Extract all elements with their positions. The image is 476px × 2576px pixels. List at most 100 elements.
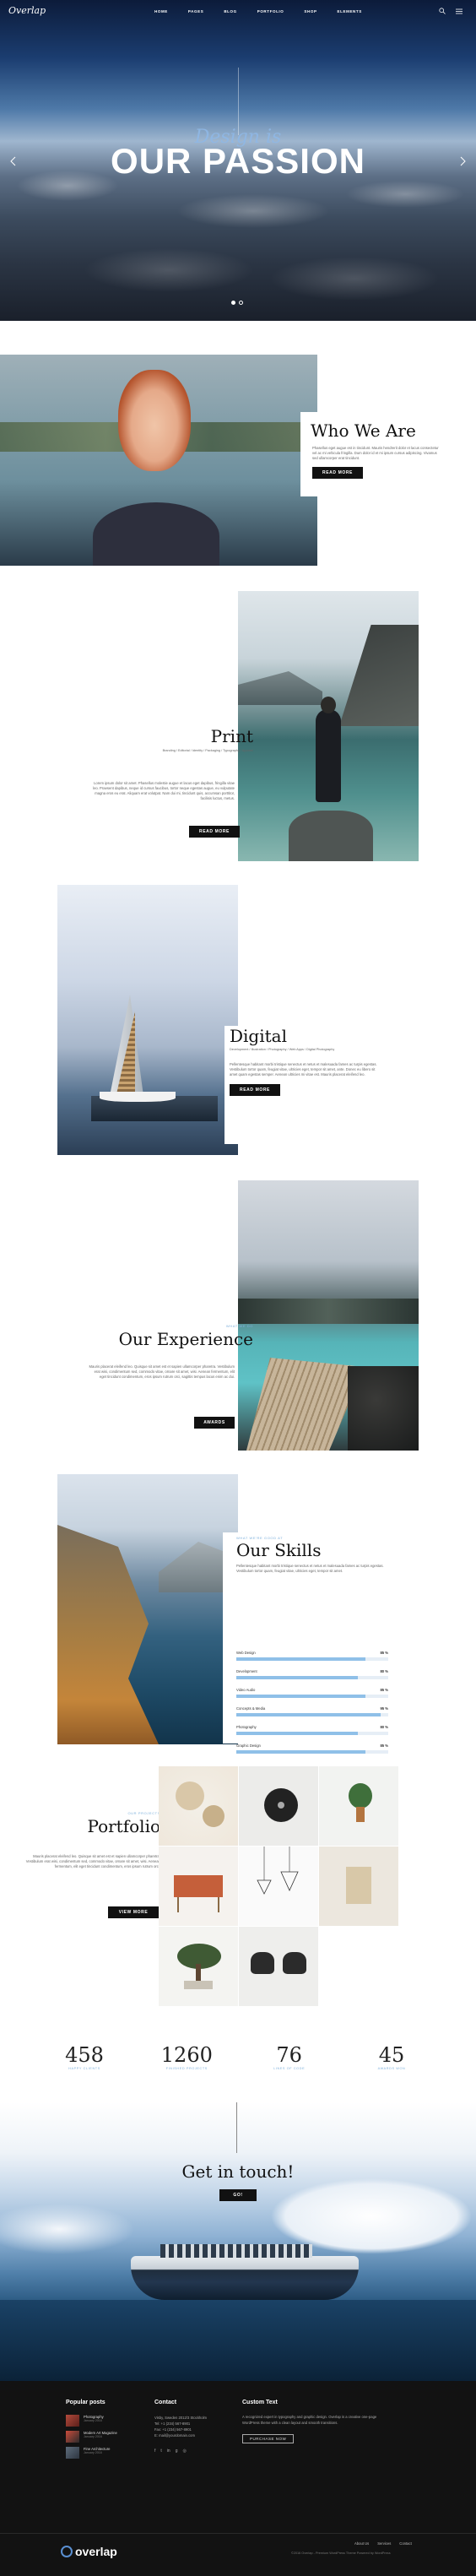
experience-awards-button[interactable]: AWARDS xyxy=(194,1417,235,1429)
digital-text: Pellentesque habitant morbi tristique se… xyxy=(230,1062,377,1076)
stat-label: FINISHED PROJECTS xyxy=(165,2067,208,2070)
skill-value: 85 % xyxy=(380,1651,388,1655)
portfolio-item-chairs[interactable] xyxy=(239,1927,318,2006)
twitter-icon[interactable]: t xyxy=(160,2449,161,2454)
google-icon[interactable]: g xyxy=(176,2449,178,2454)
post-thumbnail xyxy=(66,2415,79,2427)
skill-bar-track xyxy=(236,1676,388,1679)
skill-bar-track xyxy=(236,1750,388,1754)
who-read-more-button[interactable]: READ MORE xyxy=(312,467,363,479)
digital-title: Digital xyxy=(230,1026,287,1046)
nav-pages[interactable]: PAGES xyxy=(188,9,203,14)
skill-value: 95 % xyxy=(380,1706,388,1711)
skill-value: 85 % xyxy=(380,1688,388,1692)
contact-email[interactable]: E: mail@yourdomain.com xyxy=(154,2432,207,2438)
who-title: Who We Are xyxy=(311,420,416,441)
skill-row: Photography 80 % xyxy=(236,1725,388,1738)
cta-title: Get in touch! xyxy=(181,2161,295,2182)
menu-icon[interactable] xyxy=(456,8,462,14)
skill-value: 80 % xyxy=(380,1669,388,1673)
skill-bar-fill xyxy=(236,1750,365,1754)
contact-address: Visby, Sweden 2012/3 Stockholm xyxy=(154,2416,207,2420)
purchase-button[interactable]: PURCHASE NOW xyxy=(242,2434,295,2443)
portfolio-item-turntable[interactable] xyxy=(239,1766,318,1846)
stat-label: HAPPY CLIENTS xyxy=(68,2067,100,2070)
logo[interactable]: Overlap xyxy=(8,5,46,16)
footer: Popular posts Photography January 2016 Mo… xyxy=(0,2381,476,2576)
stat-label: LINES OF CODE xyxy=(273,2067,306,2070)
portfolio-item-sideboard[interactable] xyxy=(159,1847,238,1926)
skill-bar-fill xyxy=(236,1676,358,1679)
who-card: Who We Are Phasellus eget augue est in t… xyxy=(300,412,452,496)
stat-number: 1260 xyxy=(160,2043,213,2067)
skills-title: Our Skills xyxy=(236,1540,322,1560)
hero-section: Overlap HOME PAGES BLOG PORTFOLIO SHOP E… xyxy=(0,0,476,321)
nav-elements[interactable]: ELEMENTS xyxy=(338,9,362,14)
coast-image xyxy=(57,1474,238,1744)
print-read-more-button[interactable]: READ MORE xyxy=(189,826,240,838)
skill-label: Concepts & Media xyxy=(236,1706,266,1711)
skill-bar-fill xyxy=(236,1695,365,1698)
portfolio-item-box[interactable] xyxy=(319,1847,398,1926)
post-date: January 2016 xyxy=(84,2435,102,2438)
lake-image xyxy=(238,591,419,861)
footer-post[interactable]: Fine Architecture January 2016 xyxy=(66,2447,159,2459)
skill-label: Web Design xyxy=(236,1651,256,1655)
social-icons: f t in g ◎ xyxy=(154,2449,187,2454)
nav-portfolio[interactable]: PORTFOLIO xyxy=(257,9,284,14)
portfolio-header: OUR PROJECTS Portfolio xyxy=(25,1811,160,1836)
instagram-icon[interactable]: ◎ xyxy=(182,2449,186,2454)
footer-contact-lines: Visby, Sweden 2012/3 Stockholm Tel: +1 (… xyxy=(154,2415,207,2438)
skill-label: Graphic Design xyxy=(236,1744,261,1748)
footer-link-services[interactable]: Services xyxy=(377,2541,391,2546)
footer-logo[interactable]: overlap xyxy=(61,2545,117,2558)
footer-links: About Us Services Contact xyxy=(354,2541,412,2546)
portfolio-item-tableware[interactable] xyxy=(159,1766,238,1846)
footer-link-about[interactable]: About Us xyxy=(354,2541,369,2546)
skills-text: Pellentesque habitant morbi tristique se… xyxy=(236,1564,384,1573)
contact-fax: Fax: +1 (234) 567-8901 xyxy=(154,2427,192,2432)
footer-contact-title: Contact xyxy=(154,2400,177,2405)
chevron-left-icon[interactable] xyxy=(10,156,17,166)
slider-dot-2[interactable] xyxy=(239,301,243,305)
boat-windows xyxy=(160,2244,312,2258)
portfolio-item-bonsai[interactable] xyxy=(159,1927,238,2006)
footer-link-contact[interactable]: Contact xyxy=(399,2541,411,2546)
chevron-right-icon[interactable] xyxy=(459,156,466,166)
sailboat-image xyxy=(57,885,238,1155)
nav-blog[interactable]: BLOG xyxy=(224,9,236,14)
digital-read-more-button[interactable]: READ MORE xyxy=(230,1084,280,1096)
nav-home[interactable]: HOME xyxy=(154,9,168,14)
skill-row: Video Audio 85 % xyxy=(236,1688,388,1701)
portrait-image xyxy=(0,355,317,566)
cta-go-button[interactable]: GO! xyxy=(219,2189,257,2201)
digital-subtitle: Development / Illustration / Photography… xyxy=(230,1048,335,1051)
skill-label: Video Audio xyxy=(236,1688,256,1692)
footer-post[interactable]: Photography January 2016 xyxy=(66,2415,159,2427)
skill-bar-track xyxy=(236,1695,388,1698)
footer-post[interactable]: Modern Art Magazine January 2016 xyxy=(66,2431,159,2443)
portfolio-grid xyxy=(159,1766,398,2006)
experience-header: WHAT WE DO Our Experience xyxy=(76,1324,253,1349)
print-title: Print xyxy=(210,726,253,746)
facebook-icon[interactable]: f xyxy=(154,2449,155,2454)
skill-bar-track xyxy=(236,1732,388,1735)
slider-dots xyxy=(231,301,243,305)
slider-dot-1[interactable] xyxy=(231,301,235,305)
stat-item: 1260 FINISHED PROJECTS xyxy=(153,2043,220,2070)
stat-item: 45 AWARDS WON xyxy=(358,2043,425,2070)
portfolio-item-plant[interactable] xyxy=(319,1766,398,1846)
linkedin-icon[interactable]: in xyxy=(167,2449,170,2454)
nav-shop[interactable]: SHOP xyxy=(304,9,316,14)
portfolio-view-more-button[interactable]: VIEW MORE xyxy=(108,1906,159,1918)
print-header: Print Branding / Editorial / Identity / … xyxy=(84,726,253,753)
portfolio-title: Portfolio xyxy=(87,1816,160,1836)
search-icon[interactable] xyxy=(439,8,446,14)
stat-item: 76 LINES OF CODE xyxy=(256,2043,323,2070)
footer-logo-text: overlap xyxy=(75,2545,117,2558)
print-subtitle: Branding / Editorial / Identity / Packag… xyxy=(162,749,253,752)
portfolio-item-lamps[interactable] xyxy=(239,1847,318,1926)
portfolio-kicker: OUR PROJECTS xyxy=(127,1811,160,1815)
experience-title: Our Experience xyxy=(118,1329,253,1349)
contact-banner: Get in touch! GO! xyxy=(0,2102,476,2381)
